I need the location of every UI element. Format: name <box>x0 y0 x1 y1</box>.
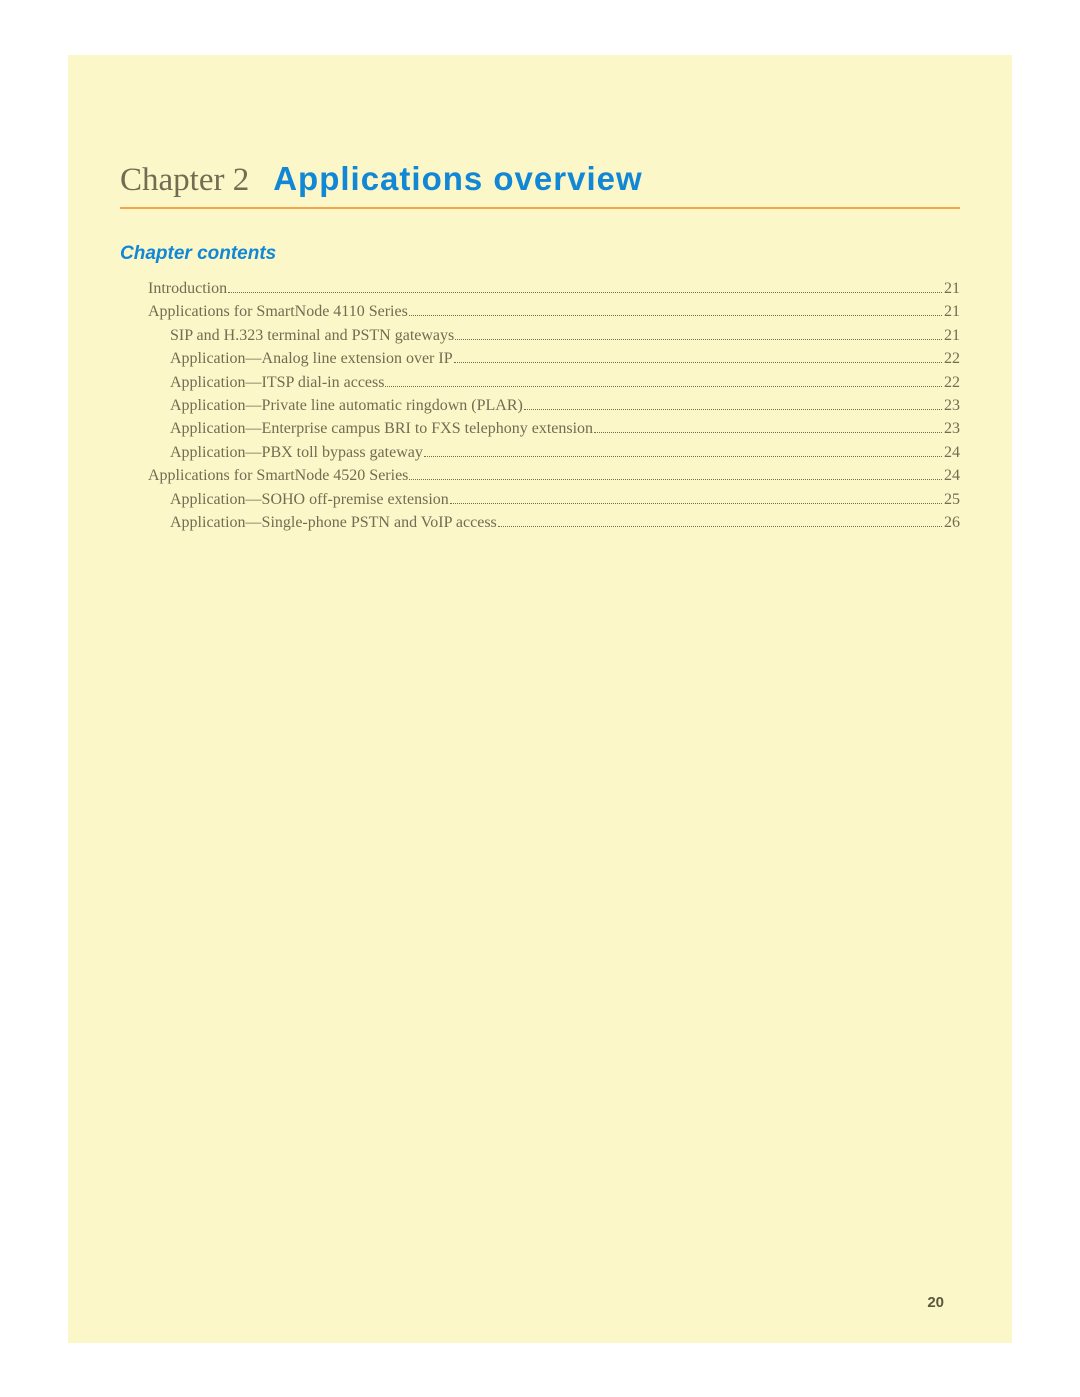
toc-entry[interactable]: Applications for SmartNode 4110 Series 2… <box>120 301 960 323</box>
toc-entry-label: SIP and H.323 terminal and PSTN gateways <box>170 325 454 347</box>
toc-leader-dots <box>409 479 942 480</box>
toc-entry-label: Application—Enterprise campus BRI to FXS… <box>170 418 593 440</box>
toc-entry[interactable]: Application—SOHO off-premise extension 2… <box>120 489 960 511</box>
toc-entry-label: Application—SOHO off-premise extension <box>170 489 449 511</box>
toc-entry-page: 24 <box>944 465 960 487</box>
toc-entry-label: Applications for SmartNode 4520 Series <box>148 465 408 487</box>
toc-entry-label: Introduction <box>148 278 227 300</box>
chapter-heading: Chapter 2 Applications overview <box>120 160 960 209</box>
toc-entry-page: 23 <box>944 395 960 417</box>
toc-entry-label: Application—PBX toll bypass gateway <box>170 442 423 464</box>
toc-entry-label: Applications for SmartNode 4110 Series <box>148 301 408 323</box>
toc-entry-page: 25 <box>944 489 960 511</box>
toc-entry[interactable]: Application—Single-phone PSTN and VoIP a… <box>120 512 960 534</box>
toc-leader-dots <box>450 503 942 504</box>
toc-entry-page: 22 <box>944 348 960 370</box>
toc-entry-page: 21 <box>944 278 960 300</box>
toc-entry[interactable]: Introduction 21 <box>120 278 960 300</box>
document-page: Chapter 2 Applications overview Chapter … <box>68 55 1012 1343</box>
toc-entry-label: Application—Analog line extension over I… <box>170 348 453 370</box>
toc-entry-page: 21 <box>944 301 960 323</box>
toc-entry[interactable]: Application—Enterprise campus BRI to FXS… <box>120 418 960 440</box>
table-of-contents: Introduction21Applications for SmartNode… <box>120 278 960 534</box>
chapter-label: Chapter 2 <box>120 162 249 199</box>
toc-leader-dots <box>228 292 942 293</box>
toc-leader-dots <box>524 409 942 410</box>
toc-entry[interactable]: Application—PBX toll bypass gateway 24 <box>120 442 960 464</box>
toc-leader-dots <box>594 432 942 433</box>
toc-entry-label: Application—Private line automatic ringd… <box>170 395 523 417</box>
chapter-title: Applications overview <box>273 160 642 198</box>
toc-leader-dots <box>409 315 942 316</box>
toc-entry-page: 26 <box>944 512 960 534</box>
toc-entry-page: 21 <box>944 325 960 347</box>
toc-entry[interactable]: SIP and H.323 terminal and PSTN gateways… <box>120 325 960 347</box>
toc-entry-page: 22 <box>944 372 960 394</box>
toc-entry-label: Application—Single-phone PSTN and VoIP a… <box>170 512 497 534</box>
toc-leader-dots <box>455 339 942 340</box>
page-number: 20 <box>927 1294 944 1311</box>
toc-leader-dots <box>385 386 942 387</box>
toc-entry-page: 24 <box>944 442 960 464</box>
toc-entry[interactable]: Applications for SmartNode 4520 Series 2… <box>120 465 960 487</box>
toc-entry[interactable]: Application—Private line automatic ringd… <box>120 395 960 417</box>
toc-entry-page: 23 <box>944 418 960 440</box>
toc-leader-dots <box>498 526 942 527</box>
toc-entry[interactable]: Application—ITSP dial-in access 22 <box>120 372 960 394</box>
toc-leader-dots <box>454 362 942 363</box>
toc-leader-dots <box>424 456 942 457</box>
contents-heading: Chapter contents <box>120 243 960 265</box>
toc-entry[interactable]: Application—Analog line extension over I… <box>120 348 960 370</box>
toc-entry-label: Application—ITSP dial-in access <box>170 372 384 394</box>
